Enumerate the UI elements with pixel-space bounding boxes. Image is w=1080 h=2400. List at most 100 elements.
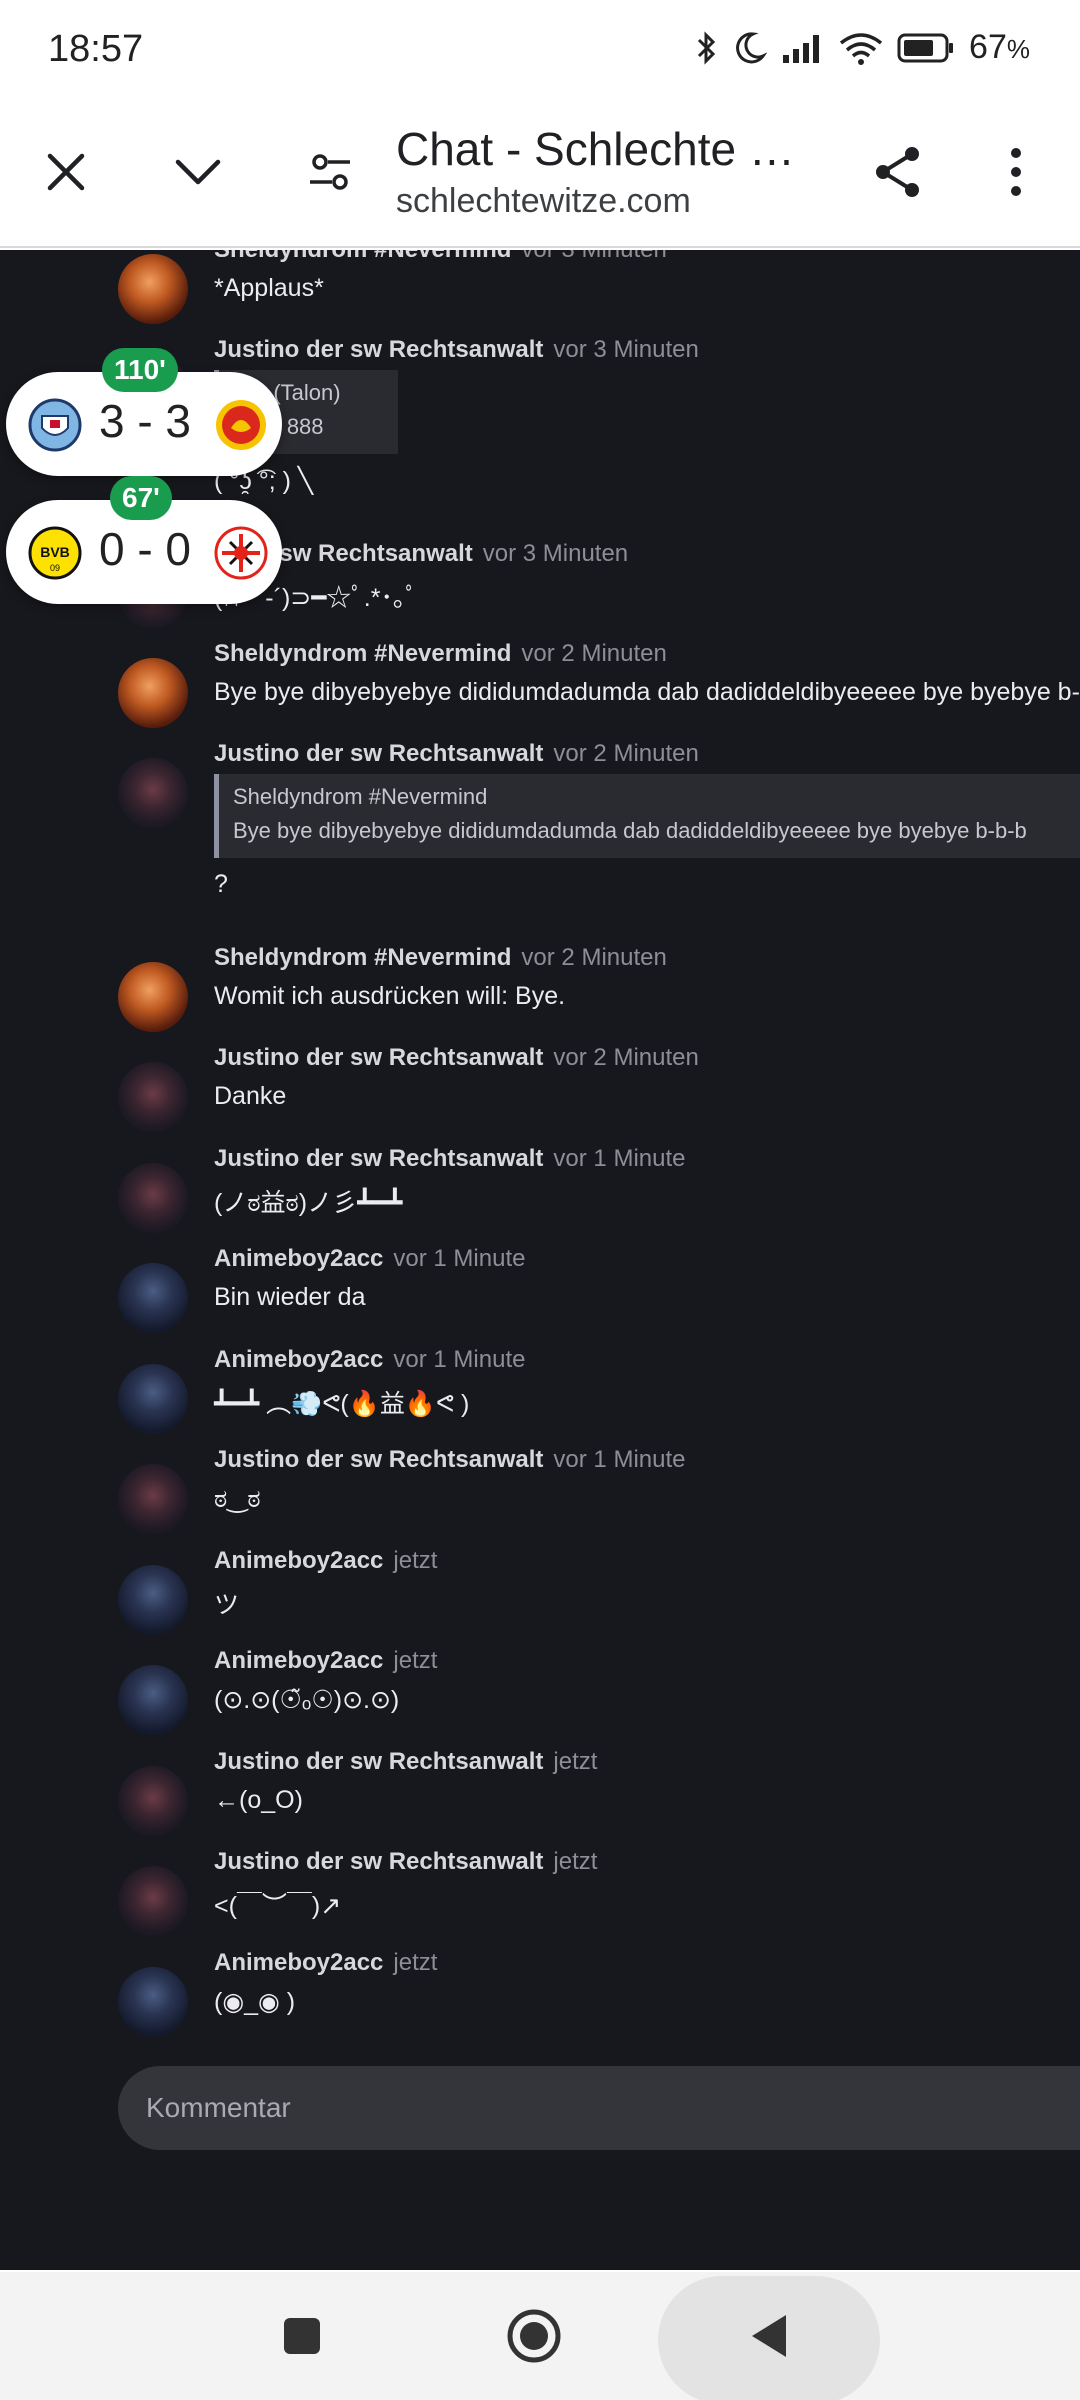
avatar[interactable]	[118, 1967, 188, 2037]
message-item: Sheldyndrom #Nevermind vor 2 Minuten Womi…	[0, 944, 1080, 1044]
wifi-icon	[839, 31, 883, 65]
avatar[interactable]	[118, 962, 188, 1032]
message-time: vor 1 Minute	[393, 1346, 526, 1373]
message-time: jetzt	[393, 1949, 438, 1976]
avatar[interactable]	[118, 1464, 188, 1534]
message-text: (ノಠ益ಠ)ノ彡┻━┻	[214, 1189, 403, 1217]
message-author[interactable]: Justino der sw Rechtsanwalt vor 2 Minuten	[214, 740, 699, 768]
message-time: vor 3 Minuten	[521, 250, 666, 263]
svg-text:09: 09	[50, 563, 60, 573]
message-item: Animeboy2acc vor 1 Minute ┻━┻ ︵💨ᕙ(🔥益🔥ᕙ )	[0, 1346, 1080, 1446]
browser-toolbar: Chat - Schlechte Witze schlechtewitze.co…	[0, 100, 1080, 248]
message-text: (⊙.⊙(☉̃ₒ☉)⊙.⊙)	[214, 1686, 400, 1714]
message-author[interactable]: Justino der sw Rechtsanwalt vor 1 Minute	[214, 1145, 685, 1173]
message-time: vor 2 Minuten	[553, 1044, 699, 1071]
message-text: *Applaus*	[214, 274, 324, 302]
message-item: Justino der sw Rechtsanwalt vor 1 Minute …	[0, 1145, 1080, 1245]
coventry-crest-icon	[28, 398, 82, 452]
message-author[interactable]: Justino der sw Rechtsanwalt jetzt	[214, 1848, 597, 1876]
avatar[interactable]	[118, 658, 188, 728]
share-icon[interactable]	[862, 136, 934, 208]
message-time: vor 2 Minuten	[553, 740, 699, 767]
message-author[interactable]: Justino der sw Rechtsanwalt vor 1 Minute	[214, 1446, 685, 1474]
message-item: Justino der sw Rechtsanwalt jetzt ←(o_O)	[0, 1748, 1080, 1848]
live-score-widget[interactable]: 67' BVB 09 0 - 0	[6, 476, 282, 604]
match-score: 0 - 0	[98, 523, 192, 575]
message-time: vor 2 Minuten	[521, 640, 667, 667]
message-author[interactable]: Justino der sw Rechtsanwalt jetzt	[214, 1748, 597, 1776]
message-text: Danke	[214, 1082, 287, 1110]
message-item: Sheldyndrom #Nevermind vor 2 Minuten Bye …	[0, 640, 1080, 740]
match-minute-badge: 110'	[102, 348, 178, 392]
tune-icon[interactable]	[294, 136, 366, 208]
more-vert-icon[interactable]	[980, 136, 1052, 208]
svg-text:BVB: BVB	[40, 544, 70, 560]
message-author[interactable]: Animeboy2acc vor 1 Minute	[214, 1245, 525, 1273]
leverkusen-crest-icon	[214, 526, 268, 580]
message-author[interactable]: Sheldyndrom #Nevermind vor 2 Minuten	[214, 640, 667, 668]
man-utd-crest-icon	[214, 398, 268, 452]
live-score-widget[interactable]: 110' 3 - 3	[6, 348, 282, 476]
back-icon[interactable]	[718, 2272, 822, 2400]
reply-quote[interactable]: Sheldyndrom #Nevermind Bye bye dibyebyeb…	[214, 774, 1080, 858]
message-author[interactable]: Animeboy2acc jetzt	[214, 1949, 437, 1977]
home-icon[interactable]	[482, 2272, 586, 2400]
chevron-down-icon[interactable]	[162, 136, 234, 208]
quote-author: Sheldyndrom #Nevermind	[233, 784, 488, 809]
page-url: schlechtewitze.com	[396, 182, 691, 220]
message-item: Justino der sw Rechtsanwalt vor 2 Minuten…	[0, 1044, 1080, 1144]
comment-input[interactable]: Kommentar	[118, 2066, 1080, 2150]
message-item: Animeboy2acc vor 1 Minute Bin wieder da	[0, 1245, 1080, 1345]
avatar[interactable]	[118, 1263, 188, 1333]
match-minute-badge: 67'	[110, 476, 172, 520]
avatar[interactable]	[118, 1565, 188, 1635]
do-not-disturb-moon-icon	[733, 30, 768, 66]
message-author[interactable]: Sheldyndrom #Nevermindvor 3 Minuten	[214, 250, 667, 264]
message-text: ?	[214, 870, 228, 898]
message-author[interactable]: Animeboy2acc jetzt	[214, 1547, 437, 1575]
avatar[interactable]	[118, 1766, 188, 1836]
message-time: vor 3 Minuten	[553, 336, 699, 363]
message-time: vor 1 Minute	[553, 1446, 686, 1473]
message-author[interactable]: Sheldyndrom #Nevermind vor 2 Minuten	[214, 944, 667, 972]
message-time: vor 2 Minuten	[521, 944, 667, 971]
message-text: <(￣︶￣)↗	[214, 1892, 342, 1920]
avatar[interactable]	[118, 1062, 188, 1132]
message-text: Bin wieder da	[214, 1283, 366, 1311]
status-icons: 67%	[695, 28, 1030, 67]
avatar[interactable]	[118, 758, 188, 828]
battery-percent: 67%	[969, 28, 1030, 66]
message-item: Animeboy2acc jetzt (⊙.⊙(☉̃ₒ☉)⊙.⊙)	[0, 1647, 1080, 1747]
bvb-crest-icon: BVB 09	[28, 526, 82, 580]
battery-icon	[897, 32, 955, 64]
avatar[interactable]	[118, 1866, 188, 1936]
avatar[interactable]	[118, 1364, 188, 1434]
avatar[interactable]	[118, 1163, 188, 1233]
message-text: ツ	[214, 1591, 240, 1619]
quote-text: Bye bye dibyebyebye dididumdadumda dab d…	[233, 818, 1027, 843]
signal-icon	[781, 31, 825, 65]
page-title: Chat - Schlechte Witze	[396, 123, 826, 175]
bluetooth-icon	[695, 30, 719, 66]
match-score: 3 - 3	[98, 395, 192, 447]
status-bar: 18:57 67%	[0, 0, 1080, 100]
message-text: Bye bye dibyebyebye dididumdadumda dab d…	[214, 678, 1080, 706]
message-item: Animeboy2acc jetzt (◉_◉ )	[0, 1949, 1080, 2049]
message-item: Justino der sw Rechtsanwalt vor 1 Minute …	[0, 1446, 1080, 1546]
message-author[interactable]: Animeboy2acc jetzt	[214, 1647, 437, 1675]
avatar[interactable]	[118, 1665, 188, 1735]
message-author[interactable]: Justino der sw Rechtsanwalt vor 2 Minuten	[214, 1044, 699, 1072]
recents-icon[interactable]	[250, 2272, 354, 2400]
message-item: Animeboy2acc jetzt ツ	[0, 1547, 1080, 1647]
message-item: Justino der sw Rechtsanwalt vor 2 Minuten…	[0, 740, 1080, 910]
message-author[interactable]: Justino der sw Rechtsanwalt vor 3 Minuten	[214, 336, 699, 364]
message-text: ಠ‿ಠ	[214, 1485, 261, 1513]
message-author[interactable]: Animeboy2acc vor 1 Minute	[214, 1346, 525, 1374]
message-time: jetzt	[393, 1547, 438, 1574]
message-time: jetzt	[553, 1848, 598, 1875]
message-item: Sheldyndrom #Nevermindvor 3 Minuten *App…	[0, 250, 1080, 336]
page-title-block[interactable]: Chat - Schlechte Witze schlechtewitze.co…	[396, 122, 826, 221]
message-text: (◉_◉ )	[214, 1988, 296, 2016]
avatar[interactable]	[118, 254, 188, 324]
close-icon[interactable]	[30, 136, 102, 208]
